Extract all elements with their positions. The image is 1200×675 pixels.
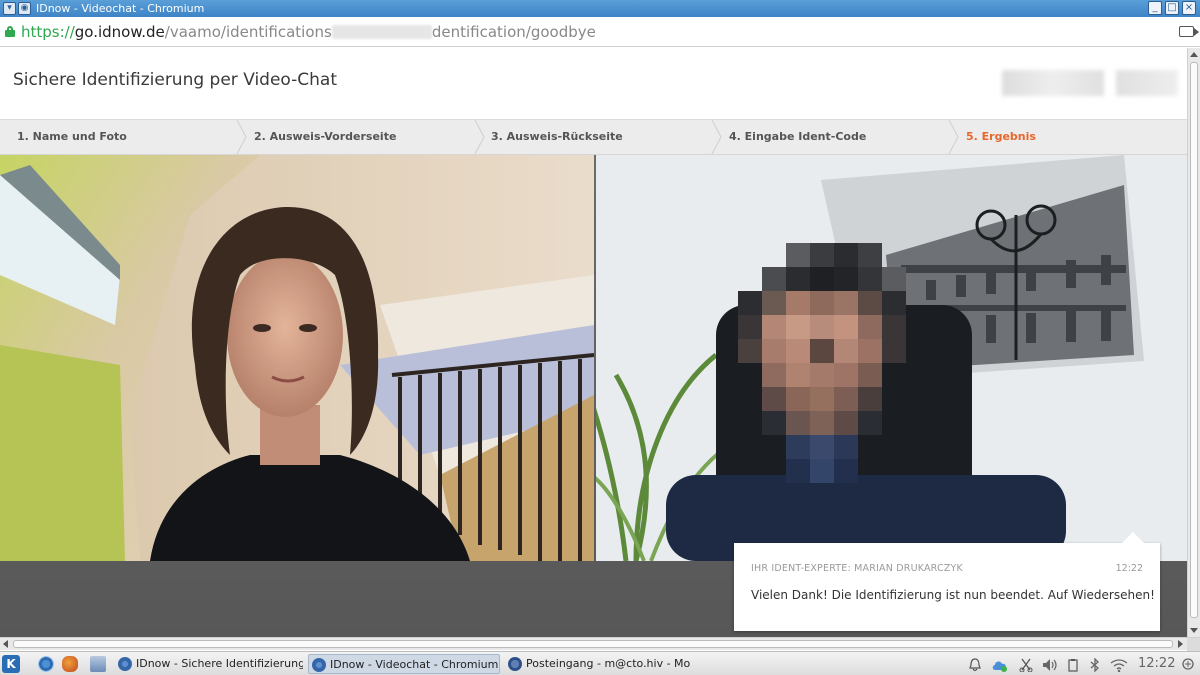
redacted-logo <box>1002 70 1104 96</box>
taskbar-clock[interactable]: 12:22 <box>1138 655 1175 673</box>
window-controls: _ □ × <box>1148 1 1196 15</box>
horizontal-scrollbar[interactable] <box>0 637 1200 651</box>
file-manager-launcher-icon[interactable] <box>90 656 106 672</box>
redacted-logo-secondary <box>1116 70 1178 96</box>
chat-message-text: Vielen Dank! Die Identifizierung ist nun… <box>751 588 1155 602</box>
chromium-icon: ◉ <box>18 2 31 15</box>
scroll-right-icon[interactable] <box>1178 640 1183 648</box>
clipboard-icon[interactable] <box>1066 658 1080 672</box>
scroll-down-icon[interactable] <box>1190 628 1198 633</box>
url-redacted <box>331 25 432 39</box>
close-button[interactable]: × <box>1182 1 1196 15</box>
horizontal-scroll-thumb[interactable] <box>13 640 1173 648</box>
chat-author: IHR IDENT-EXPERTE: MARIAN DRUKARCZYK <box>751 563 963 574</box>
task-label: IDnow - Sichere Identifizierung <box>136 657 303 670</box>
step-separator <box>711 120 723 154</box>
task-idnow-identifizierung[interactable]: IDnow - Sichere Identifizierung <box>115 654 303 674</box>
chromium-launcher-icon[interactable] <box>38 656 54 672</box>
volume-icon[interactable] <box>1042 658 1060 672</box>
firefox-launcher-icon[interactable] <box>62 656 78 672</box>
step-separator <box>236 120 248 154</box>
page-title: Sichere Identifizierung per Video-Chat <box>13 70 337 90</box>
agent-video-image <box>596 155 1187 561</box>
scissors-icon[interactable] <box>1019 658 1033 672</box>
window-menu-icon[interactable]: ▾ <box>3 2 16 15</box>
bluetooth-icon[interactable] <box>1088 658 1102 672</box>
bell-icon[interactable] <box>968 658 982 672</box>
chat-timestamp: 12:22 <box>1115 563 1143 574</box>
step-ausweis-rueckseite: 3. Ausweis-Rückseite <box>491 130 623 143</box>
url-path-start: /vaamo/identifications <box>164 23 332 41</box>
task-idnow-videochat[interactable]: IDnow - Videochat - Chromium <box>308 654 500 674</box>
scroll-up-icon[interactable] <box>1190 52 1198 57</box>
secure-lock-icon[interactable] <box>5 26 15 37</box>
start-menu-button[interactable]: K <box>2 655 20 673</box>
window-menu-icons[interactable]: ▾ ◉ <box>3 2 31 15</box>
mail-client-icon <box>508 657 522 671</box>
camera-indicator-icon[interactable] <box>1179 26 1199 37</box>
url-scheme: https:// <box>21 23 75 41</box>
agent-video <box>596 155 1187 561</box>
task-posteingang[interactable]: Posteingang - m@cto.hiv - Mo <box>505 654 690 674</box>
task-label: IDnow - Videochat - Chromium <box>330 658 499 671</box>
self-video-image <box>0 155 594 561</box>
chromium-icon <box>118 657 132 671</box>
address-bar[interactable]: https://go.idnow.de/vaamo/identification… <box>0 17 1200 47</box>
step-ergebnis: 5. Ergebnis <box>966 130 1036 143</box>
cloud-sync-icon[interactable] <box>991 658 1009 672</box>
window-title: IDnow - Videochat - Chromium <box>36 2 205 15</box>
step-separator <box>948 120 960 154</box>
self-video <box>0 155 594 561</box>
step-name-foto: 1. Name und Foto <box>17 130 127 143</box>
url-host: go.idnow.de <box>74 23 165 41</box>
url-path-end: dentification/goodbye <box>431 23 596 41</box>
chromium-icon <box>312 658 326 672</box>
progress-steps: 1. Name und Foto 2. Ausweis-Vorderseite … <box>0 119 1187 155</box>
scroll-left-icon[interactable] <box>3 640 8 648</box>
wifi-icon[interactable] <box>1110 658 1128 672</box>
vertical-scroll-thumb[interactable] <box>1190 62 1198 618</box>
taskbar: K IDnow - Sichere Identifizierung IDnow … <box>0 651 1200 675</box>
vertical-scrollbar[interactable] <box>1187 48 1200 637</box>
scrollbar-corner <box>1187 638 1200 651</box>
step-ausweis-vorderseite: 2. Ausweis-Vorderseite <box>254 130 397 143</box>
step-separator <box>474 120 486 154</box>
step-ident-code: 4. Eingabe Ident-Code <box>729 130 867 143</box>
show-desktop-icon[interactable] <box>1181 657 1195 671</box>
window-titlebar: ▾ ◉ IDnow - Videochat - Chromium _ □ × <box>0 0 1200 17</box>
chat-message-bubble: IHR IDENT-EXPERTE: MARIAN DRUKARCZYK 12:… <box>734 532 1160 631</box>
maximize-button[interactable]: □ <box>1165 1 1179 15</box>
url-field[interactable]: https://go.idnow.de/vaamo/identification… <box>21 17 596 47</box>
minimize-button[interactable]: _ <box>1148 1 1162 15</box>
task-label: Posteingang - m@cto.hiv - Mo <box>526 657 690 670</box>
